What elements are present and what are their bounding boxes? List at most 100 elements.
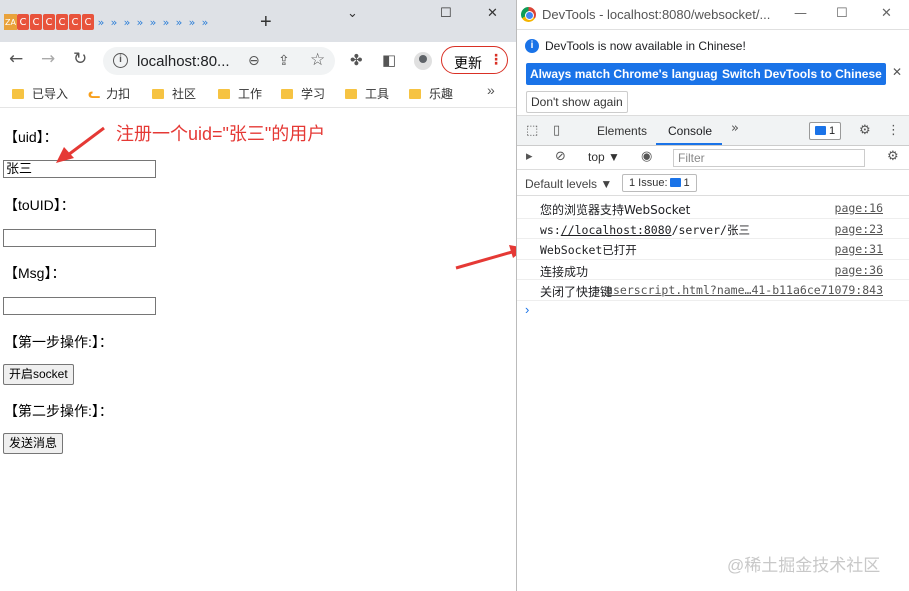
screenshot-root: ZA C C C C C C » » » » » » » » » + ⌄ ☐ ✕ bbox=[0, 0, 909, 591]
console-url-link[interactable]: //localhost:8080 bbox=[561, 223, 672, 237]
tab-favicon-chevron-icon[interactable]: » bbox=[95, 14, 107, 30]
bookmark-tools[interactable]: 工具 bbox=[345, 85, 389, 102]
tab-favicon-chevron-icon[interactable]: » bbox=[108, 14, 120, 30]
console-message: 您的浏览器支持WebSocket bbox=[540, 203, 691, 217]
bookmark-study[interactable]: 学习 bbox=[281, 85, 325, 102]
tab-elements[interactable]: Elements bbox=[597, 124, 647, 138]
open-socket-button[interactable]: 开启socket bbox=[3, 364, 74, 385]
uid-input[interactable]: 张三 bbox=[3, 160, 156, 178]
bookmark-star-icon[interactable]: ☆ bbox=[310, 50, 325, 70]
msg-label: 【Msg】： bbox=[4, 265, 66, 281]
tab-favicon-chevron-icon[interactable]: » bbox=[121, 14, 133, 30]
close-icon[interactable]: ✕ bbox=[487, 6, 498, 21]
issue-count-button[interactable]: 1 Issue: 1 bbox=[622, 174, 697, 192]
msg-input[interactable] bbox=[3, 297, 156, 315]
update-button[interactable]: 更新 ⋮ bbox=[441, 46, 508, 74]
bookmark-label: 工作 bbox=[238, 87, 263, 101]
browser-toolbar: ← → ↻ i localhost:80... ⊖ ⇪ ☆ ✤ ◧ 更新 ⋮ bbox=[0, 42, 516, 78]
switch-to-chinese-button[interactable]: Switch DevTools to Chinese bbox=[718, 63, 886, 85]
share-icon[interactable]: ⇪ bbox=[278, 52, 290, 69]
infobar-close-icon[interactable]: ✕ bbox=[892, 65, 902, 79]
reload-icon[interactable]: ↻ bbox=[73, 50, 87, 68]
bookmark-label: 工具 bbox=[365, 87, 390, 101]
bookmark-leetcode[interactable]: ᓚ 力扣 bbox=[88, 85, 130, 102]
folder-icon bbox=[409, 88, 421, 99]
step1-label: 【第一步操作:】： bbox=[4, 334, 113, 350]
new-tab-button[interactable]: + bbox=[260, 12, 272, 32]
info-icon: i bbox=[525, 39, 539, 53]
bookmark-label: 社区 bbox=[172, 87, 197, 101]
tab-favicon-c[interactable]: C bbox=[69, 14, 81, 30]
extensions-puzzle-icon[interactable]: ✤ bbox=[350, 51, 363, 69]
close-icon[interactable]: ✕ bbox=[881, 6, 892, 21]
console-settings-gear-icon[interactable]: ⚙ bbox=[887, 149, 899, 164]
tab-favicon-chevron-icon[interactable]: » bbox=[134, 14, 146, 30]
bookmark-fun[interactable]: 乐趣 bbox=[409, 85, 453, 102]
sidebar-toggle-icon[interactable]: ▸ bbox=[526, 149, 533, 164]
tab-strip: ZA C C C C C C » » » » » » » » » + ⌄ ☐ ✕ bbox=[0, 0, 516, 42]
tab-favicon-c[interactable]: C bbox=[30, 14, 42, 30]
settings-gear-icon[interactable]: ⚙ bbox=[859, 123, 871, 138]
minimize-icon[interactable]: — bbox=[794, 6, 807, 21]
send-message-button[interactable]: 发送消息 bbox=[3, 433, 64, 454]
watermark: @稀土掘金技术社区 bbox=[727, 556, 881, 575]
touid-label: 【toUID】： bbox=[4, 197, 75, 213]
bookmark-imported[interactable]: 已导入 bbox=[12, 85, 68, 102]
address-url[interactable]: localhost:80... bbox=[137, 53, 230, 70]
devtools-window: DevTools - localhost:8080/websocket/... … bbox=[516, 0, 909, 591]
console-source-link[interactable]: page:36 bbox=[835, 263, 883, 277]
maximize-icon[interactable]: ☐ bbox=[836, 6, 848, 21]
device-toolbar-icon[interactable]: ▯ bbox=[553, 123, 560, 138]
eye-icon[interactable]: ◉ bbox=[641, 149, 652, 164]
forward-arrow-icon[interactable]: → bbox=[41, 50, 55, 68]
bookmarks-more-icon[interactable]: » bbox=[487, 82, 495, 98]
touid-input[interactable] bbox=[3, 229, 156, 247]
context-selector[interactable]: top ▼ bbox=[588, 150, 620, 164]
default-levels-dropdown[interactable]: Default levels ▼ bbox=[525, 177, 612, 191]
issues-badge[interactable]: 1 bbox=[809, 122, 842, 140]
tab-favicon-chevron-icon[interactable]: » bbox=[160, 14, 172, 30]
console-source-link[interactable]: page:23 bbox=[835, 222, 883, 236]
site-info-icon[interactable]: i bbox=[113, 53, 128, 68]
console-toolbar: ▸ ⊘ top ▼ ◉ Filter ⚙ bbox=[517, 146, 909, 170]
tab-favicon-za[interactable]: ZA bbox=[4, 14, 17, 30]
issues-badge-count: 1 bbox=[829, 125, 836, 137]
tab-favicon-c[interactable]: C bbox=[17, 14, 29, 30]
console-filter-input[interactable]: Filter bbox=[673, 149, 865, 167]
tab-favicon-c[interactable]: C bbox=[56, 14, 68, 30]
menu-kebab-icon[interactable]: ⋮ bbox=[489, 51, 503, 68]
clear-console-icon[interactable]: ⊘ bbox=[555, 149, 566, 164]
console-row: 关闭了快捷键 userscript.html?name…41-b11a6ce71… bbox=[517, 280, 909, 301]
bookmarks-bar: 已导入 ᓚ 力扣 社区 工作 学习 工具 乐趣 » bbox=[0, 78, 516, 108]
folder-icon bbox=[218, 88, 230, 99]
tab-favicon-chevron-icon[interactable]: » bbox=[199, 14, 211, 30]
console-source-link[interactable]: page:16 bbox=[835, 201, 883, 215]
step2-label: 【第二步操作:】： bbox=[4, 403, 113, 419]
zoom-icon[interactable]: ⊖ bbox=[248, 52, 260, 69]
bookmark-community[interactable]: 社区 bbox=[152, 85, 196, 102]
tab-favicon-chevron-icon[interactable]: » bbox=[186, 14, 198, 30]
back-arrow-icon[interactable]: ← bbox=[9, 50, 23, 68]
inspect-element-icon[interactable]: ⬚ bbox=[526, 123, 538, 138]
address-bar[interactable]: i localhost:80... ⊖ ⇪ ☆ bbox=[103, 47, 335, 75]
tab-favicon-c[interactable]: C bbox=[82, 14, 94, 30]
maximize-icon[interactable]: ☐ bbox=[440, 6, 452, 21]
profile-avatar-icon[interactable] bbox=[414, 52, 432, 70]
tab-favicon-chevron-icon[interactable]: » bbox=[173, 14, 185, 30]
console-source-link[interactable]: userscript.html?name…41-b11a6ce71079:843 bbox=[606, 283, 883, 297]
web-page-content: 【uid】： 张三 【toUID】： 【Msg】： 【第一步操作:】： 开启so… bbox=[0, 109, 516, 591]
annotation-text: 注册一个uid="张三"的用户 bbox=[116, 124, 326, 144]
always-match-language-button[interactable]: Always match Chrome's language bbox=[526, 63, 729, 85]
console-source-link[interactable]: page:31 bbox=[835, 242, 883, 256]
tab-console[interactable]: Console bbox=[668, 124, 712, 138]
more-options-icon[interactable]: ⋮ bbox=[887, 123, 900, 138]
side-panel-icon[interactable]: ◧ bbox=[382, 51, 396, 69]
minimize-icon[interactable]: ⌄ bbox=[347, 6, 358, 21]
more-tabs-icon[interactable]: » bbox=[731, 121, 739, 136]
dont-show-again-button[interactable]: Don't show again bbox=[526, 91, 628, 113]
tab-favicon-chevron-icon[interactable]: » bbox=[147, 14, 159, 30]
console-prompt-icon[interactable]: › bbox=[525, 302, 529, 317]
bookmark-work[interactable]: 工作 bbox=[218, 85, 262, 102]
tab-favicon-c[interactable]: C bbox=[43, 14, 55, 30]
console-row: 连接成功 page:36 bbox=[517, 260, 909, 280]
